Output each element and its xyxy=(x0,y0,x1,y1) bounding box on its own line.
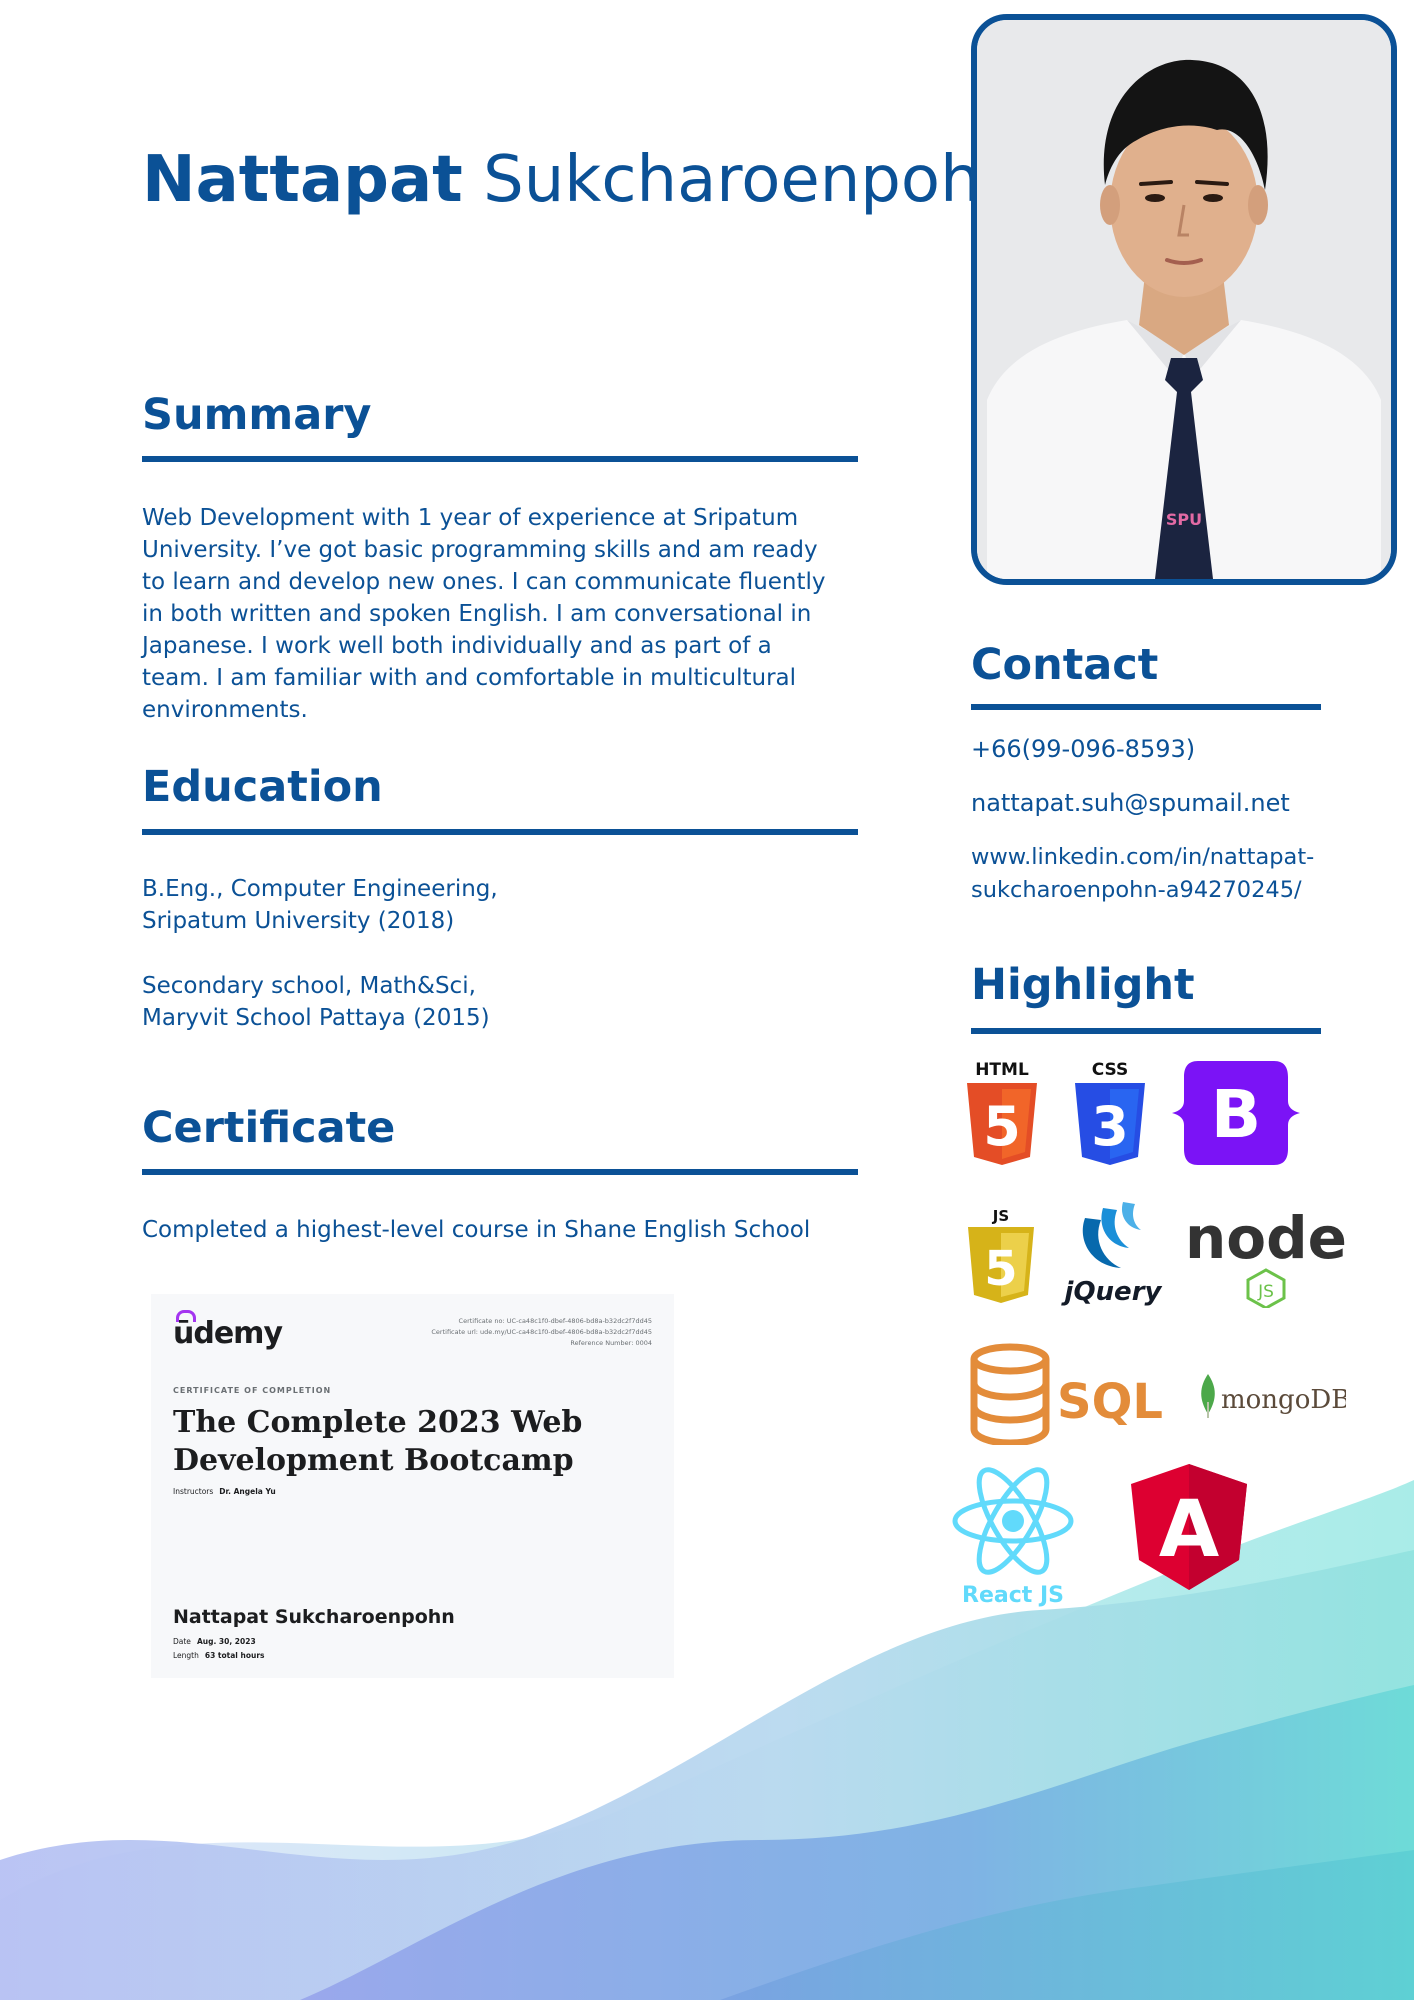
css3-logo-icon: CSS 3 xyxy=(1071,1057,1149,1167)
summary-line: environments. xyxy=(142,697,308,723)
bootstrap-logo-icon: B xyxy=(1172,1061,1300,1165)
summary-line: in both written and spoken English. I am… xyxy=(142,601,812,627)
summary-text: Web Development with 1 year of experienc… xyxy=(142,502,862,726)
svg-text:HTML: HTML xyxy=(975,1060,1029,1080)
svg-text:A: A xyxy=(1159,1485,1219,1575)
svg-text:SPU: SPU xyxy=(1166,510,1202,529)
nodejs-logo-icon: node JS xyxy=(1180,1198,1352,1308)
contact-linkedin[interactable]: www.linkedin.com/in/nattapat- sukcharoen… xyxy=(971,841,1314,907)
certificate-heading: Certificate xyxy=(142,1103,396,1153)
certificate-date: Date Aug. 30, 2023 xyxy=(173,1637,256,1646)
svg-text:5: 5 xyxy=(984,1241,1017,1297)
summary-line: University. I’ve got basic programming s… xyxy=(142,537,818,563)
udemy-certificate-image: ūdemy Certificate no: UC-ca48c1f0-dbef-4… xyxy=(151,1294,674,1678)
udemy-logo: ūdemy xyxy=(173,1310,283,1351)
svg-text:JS: JS xyxy=(992,1207,1009,1225)
svg-text:3: 3 xyxy=(1091,1095,1129,1158)
course-instructor: Instructors Dr. Angela Yu xyxy=(173,1487,276,1496)
svg-text:JS: JS xyxy=(1257,1282,1274,1302)
sql-database-logo-icon: SQL xyxy=(968,1343,1164,1445)
angular-logo-icon: A xyxy=(1129,1462,1249,1592)
certificate-divider xyxy=(142,1169,858,1175)
summary-line: to learn and develop new ones. I can com… xyxy=(142,569,826,595)
svg-text:B: B xyxy=(1211,1076,1261,1153)
svg-text:jQuery: jQuery xyxy=(1061,1277,1163,1307)
profile-photo: SPU xyxy=(971,14,1397,585)
certificate-student-name: Nattapat Sukcharoenpohn xyxy=(173,1606,455,1628)
contact-email[interactable]: nattapat.suh@spumail.net xyxy=(971,787,1290,819)
svg-text:CSS: CSS xyxy=(1092,1060,1129,1080)
contact-heading: Contact xyxy=(971,640,1159,690)
summary-divider xyxy=(142,456,858,462)
summary-line: Japanese. I work well both individually … xyxy=(142,633,772,659)
education-divider xyxy=(142,829,858,835)
education-heading: Education xyxy=(142,762,383,812)
education-institution: Maryvit School Pattaya (2015) xyxy=(142,1005,490,1031)
svg-text:SQL: SQL xyxy=(1057,1374,1163,1430)
education-degree: Secondary school, Math&Sci, xyxy=(142,973,476,999)
react-logo-icon: React JS xyxy=(952,1466,1074,1610)
jquery-logo-icon: jQuery xyxy=(1061,1200,1165,1310)
javascript-logo-icon: JS 5 xyxy=(966,1205,1036,1305)
contact-phone[interactable]: +66(99-096-8593) xyxy=(971,733,1195,765)
education-entry: B.Eng., Computer Engineering, Sripatum U… xyxy=(142,873,498,937)
certificate-length: Length 63 total hours xyxy=(173,1651,265,1660)
highlight-heading: Highlight xyxy=(971,960,1195,1010)
svg-text:mongoDB: mongoDB xyxy=(1221,1385,1346,1415)
education-institution: Sripatum University (2018) xyxy=(142,908,455,934)
certificate-kicker: CERTIFICATE OF COMPLETION xyxy=(173,1386,332,1395)
course-title: The Complete 2023 Web Development Bootca… xyxy=(173,1405,583,1478)
summary-line: team. I am familiar with and comfortable… xyxy=(142,665,797,691)
mongodb-logo-icon: mongoDB xyxy=(1196,1372,1346,1420)
svg-text:5: 5 xyxy=(983,1095,1021,1158)
highlight-divider xyxy=(971,1028,1321,1034)
last-name: Sukcharoenpohn xyxy=(483,143,1022,217)
certificate-description: Completed a highest-level course in Shan… xyxy=(142,1217,811,1243)
svg-text:React JS: React JS xyxy=(962,1583,1064,1608)
education-entry: Secondary school, Math&Sci, Maryvit Scho… xyxy=(142,970,490,1034)
contact-divider xyxy=(971,704,1321,710)
summary-heading: Summary xyxy=(142,390,372,440)
first-name: Nattapat xyxy=(142,143,463,217)
summary-line: Web Development with 1 year of experienc… xyxy=(142,505,799,531)
candidate-name: Nattapat Sukcharoenpohn xyxy=(142,140,1021,220)
education-degree: B.Eng., Computer Engineering, xyxy=(142,876,498,902)
svg-text:node: node xyxy=(1185,1204,1347,1272)
udemy-hat-icon xyxy=(176,1310,196,1322)
html5-logo-icon: HTML 5 xyxy=(963,1057,1041,1167)
certificate-reference: Certificate no: UC-ca48c1f0-dbef-4806-bd… xyxy=(431,1317,652,1347)
